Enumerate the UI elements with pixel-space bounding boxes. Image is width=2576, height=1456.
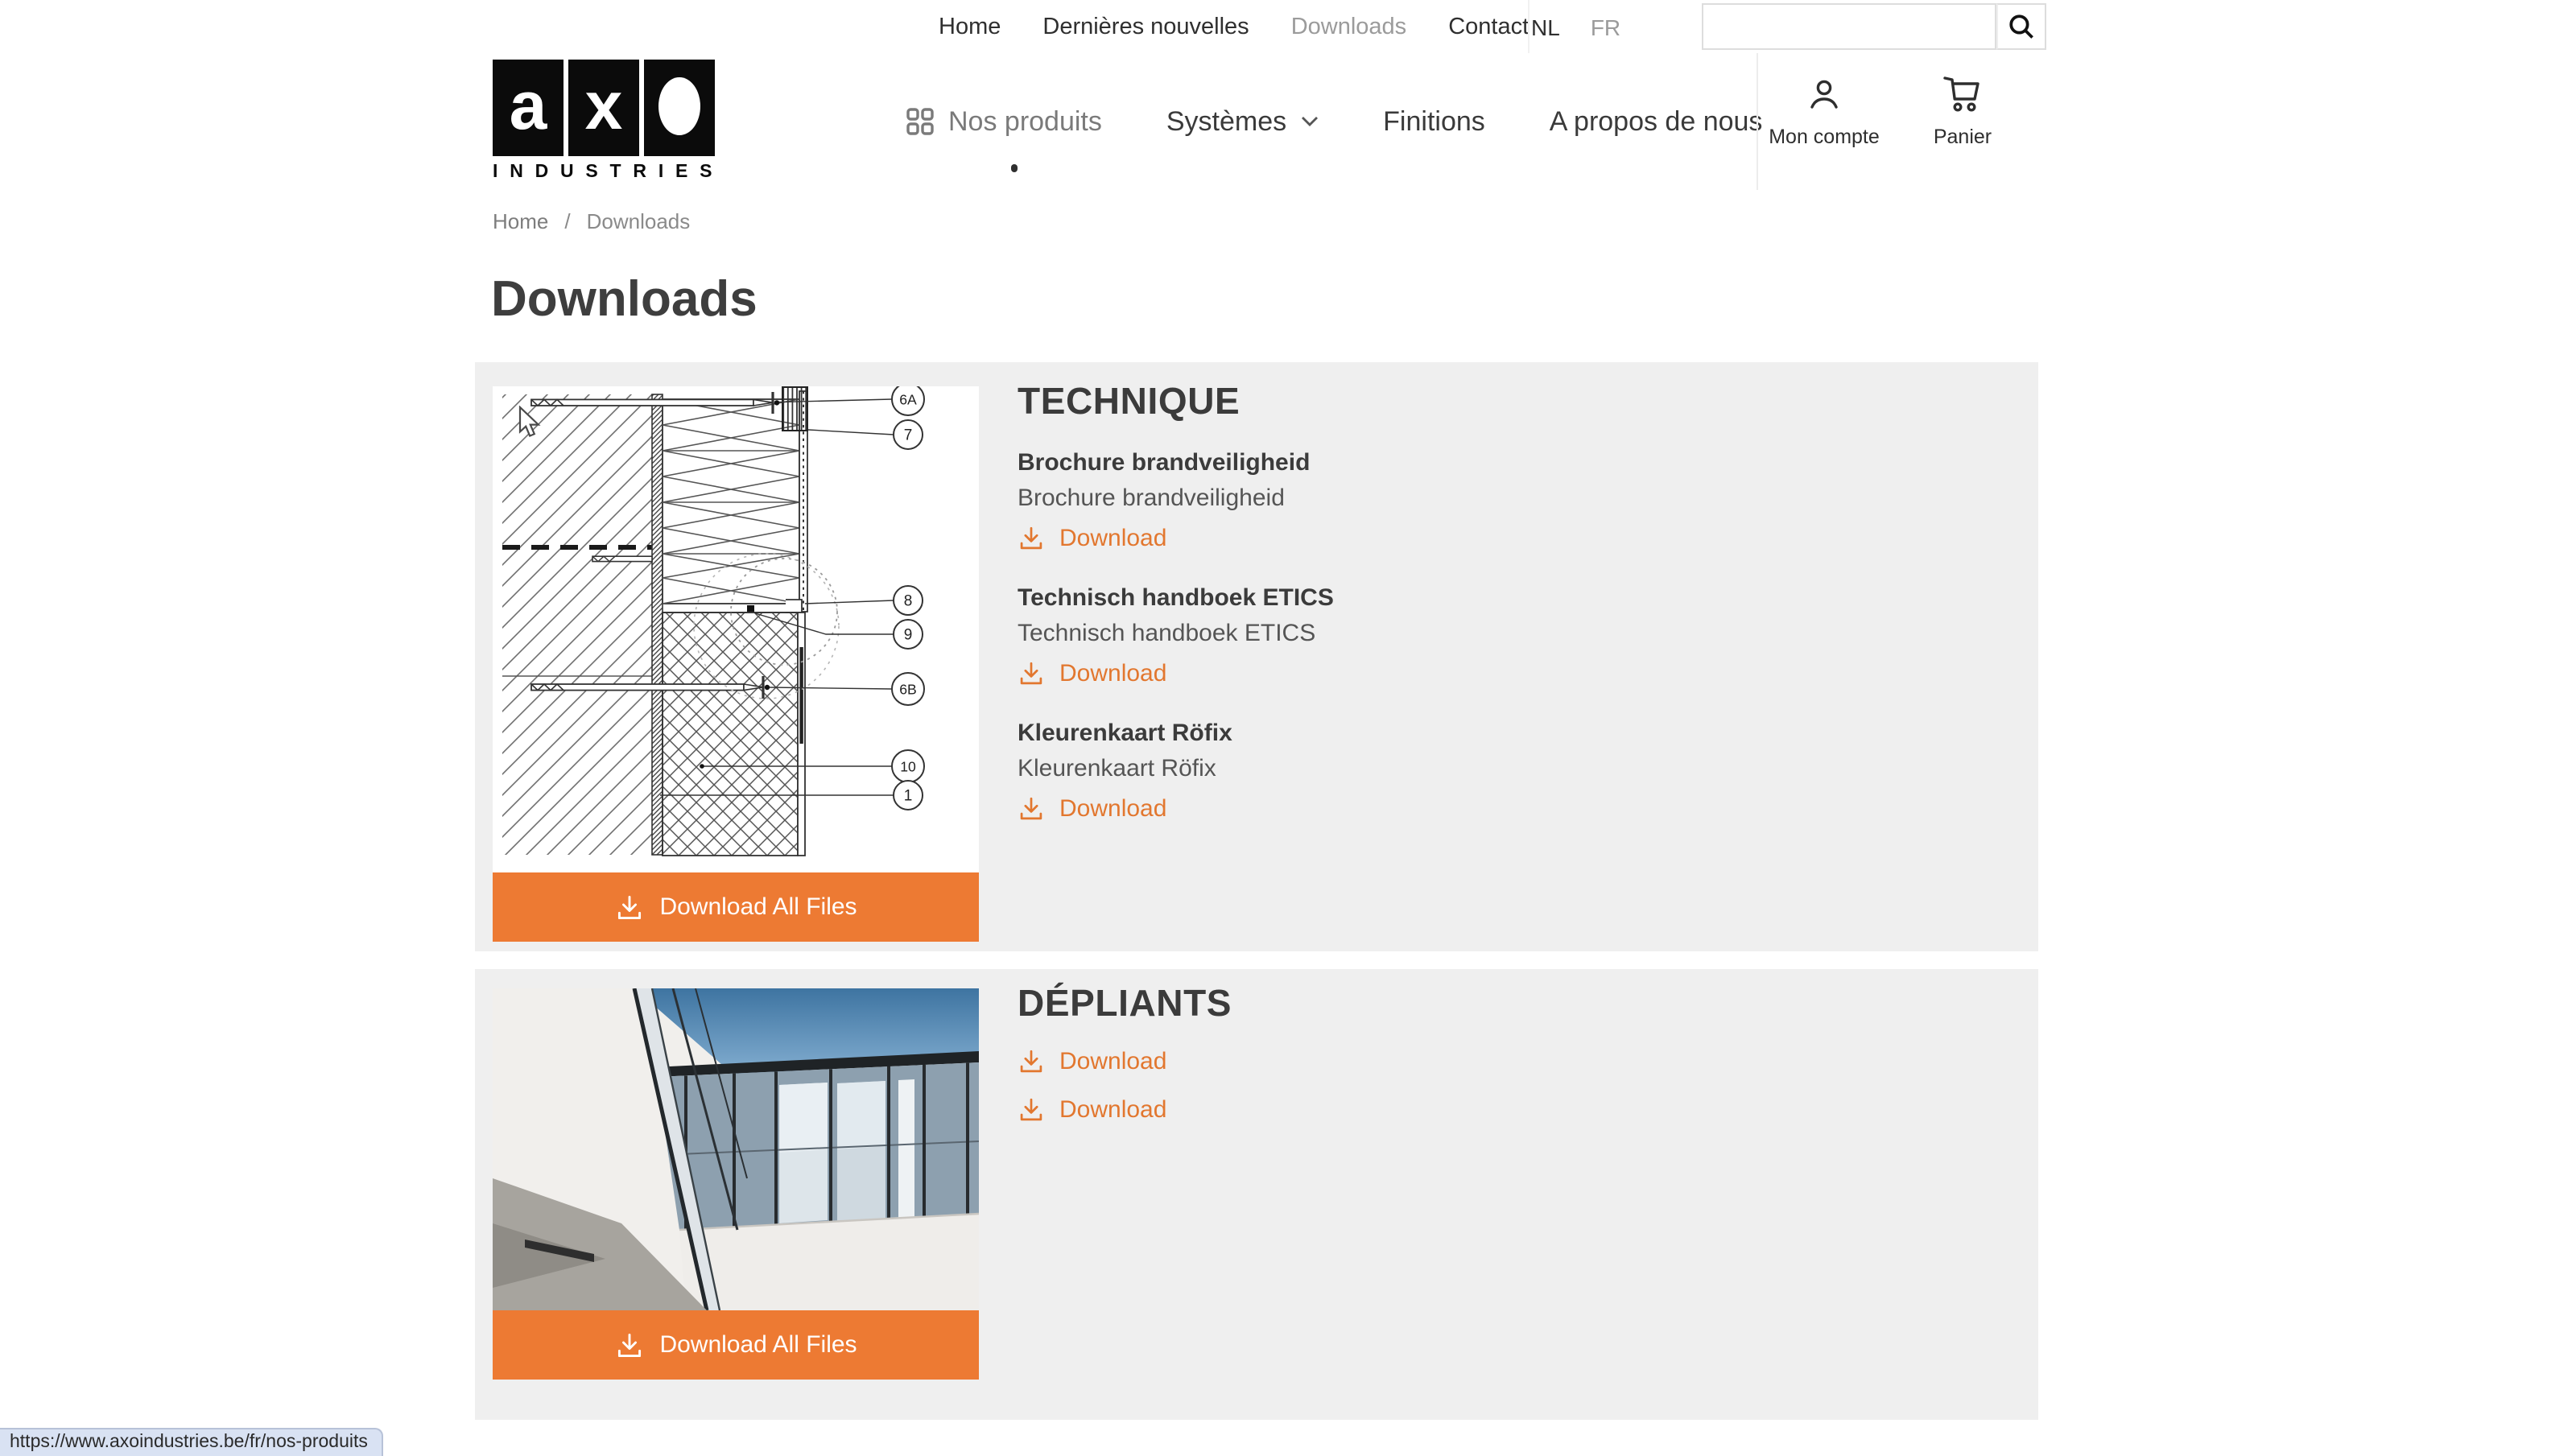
nav-systemes[interactable]: Systèmes <box>1166 105 1319 138</box>
cart-label: Panier <box>1934 126 1992 148</box>
depliants-content: DÉPLIANTS Download D <box>1018 982 1232 1145</box>
download-icon <box>1018 1096 1045 1124</box>
callout-9: 9 <box>904 627 913 644</box>
technique-download-all-button[interactable]: Download All Files <box>493 872 979 942</box>
depliants-download-all-button[interactable]: Download All Files <box>493 1310 979 1380</box>
search-input[interactable] <box>1702 3 1996 50</box>
depliants-heading: DÉPLIANTS <box>1018 982 1232 1025</box>
item-description: Brochure brandveiligheid <box>1018 485 1334 512</box>
main-nav: Nos produits Systèmes Finitions A propos… <box>906 53 1762 190</box>
logo-o-oval <box>658 77 700 135</box>
download-icon <box>1018 660 1045 687</box>
callout-7: 7 <box>904 427 913 444</box>
download-link-label: Download <box>1059 795 1166 823</box>
depliants-download-all-label: Download All Files <box>659 1331 857 1359</box>
download-icon <box>614 1330 643 1359</box>
download-link[interactable]: Download <box>1018 525 1166 552</box>
language-switcher: NL FR <box>1531 0 1620 53</box>
callout-6b: 6B <box>899 682 917 698</box>
construction-detail-drawing: 6A 7 8 9 6B 10 1 <box>493 386 979 872</box>
cart-button[interactable]: Panier <box>1901 76 2024 148</box>
account-button[interactable]: Mon compte <box>1763 76 1885 148</box>
account-label: Mon compte <box>1769 126 1880 148</box>
download-link-label: Download <box>1059 525 1166 552</box>
nav-nos-produits[interactable]: Nos produits <box>906 105 1102 138</box>
item-title: Kleurenkaart Röfix <box>1018 720 1334 747</box>
top-nav-dernieres-nouvelles[interactable]: Dernières nouvelles <box>1042 14 1249 39</box>
nav-a-propos[interactable]: A propos de nous <box>1550 105 1763 138</box>
download-link-label: Download <box>1059 660 1166 687</box>
logo-tile-o <box>644 60 715 156</box>
top-utility-bar: Home Dernières nouvelles Downloads Conta… <box>0 0 2576 55</box>
search-bar <box>1702 3 2046 50</box>
user-icon <box>1805 76 1843 114</box>
top-nav-home[interactable]: Home <box>939 14 1001 39</box>
nav-systemes-label: Systèmes <box>1166 105 1286 138</box>
callout-10: 10 <box>900 759 916 775</box>
technique-download-all-label: Download All Files <box>659 893 857 921</box>
search-button[interactable] <box>1996 3 2046 50</box>
depliants-card: Download All Files <box>493 988 979 1380</box>
nav-nos-produits-label: Nos produits <box>948 105 1102 138</box>
link-preview-statusbar: https://www.axoindustries.be/fr/nos-prod… <box>0 1427 384 1456</box>
site-header: a x INDUSTRIES Nos produits Systèmes <box>0 53 2576 190</box>
item-description: Kleurenkaart Röfix <box>1018 755 1334 782</box>
chevron-down-icon <box>1301 116 1319 127</box>
axo-logo[interactable]: a x INDUSTRIES <box>493 60 724 182</box>
page-title: Downloads <box>491 270 758 328</box>
top-nav-contact[interactable]: Contact <box>1448 14 1529 39</box>
topbar-separator <box>1528 0 1530 53</box>
callout-6a: 6A <box>899 392 917 408</box>
lang-fr[interactable]: FR <box>1591 14 1620 39</box>
nav-a-propos-label: A propos de nous <box>1550 105 1763 138</box>
grid-icon <box>906 108 934 135</box>
header-separator <box>1757 53 1758 190</box>
modern-building-image <box>493 988 979 1310</box>
breadcrumb-separator: / <box>564 209 570 233</box>
nav-active-dot <box>1010 164 1018 171</box>
technique-card: 6A 7 8 9 6B 10 1 <box>493 386 979 942</box>
download-icon <box>1018 1048 1045 1075</box>
depliants-panel: Download All Files DÉPLIANTS Download <box>475 969 2038 1420</box>
download-icon <box>1018 795 1045 823</box>
download-link-label: Download <box>1059 1096 1166 1124</box>
cart-icon <box>1942 76 1984 114</box>
download-link-label: Download <box>1059 1048 1166 1075</box>
nav-finitions[interactable]: Finitions <box>1383 105 1485 138</box>
download-link[interactable]: Download <box>1018 795 1166 823</box>
technique-heading: TECHNIQUE <box>1018 380 1334 423</box>
download-icon <box>1018 525 1045 552</box>
top-nav: Home Dernières nouvelles Downloads Conta… <box>939 0 1529 53</box>
logo-tiles: a x <box>493 60 724 156</box>
building-photo <box>493 988 979 1310</box>
callout-1: 1 <box>904 788 913 805</box>
download-link[interactable]: Download <box>1018 1096 1232 1124</box>
page: Home Dernières nouvelles Downloads Conta… <box>0 0 2576 1456</box>
download-link[interactable]: Download <box>1018 1048 1232 1075</box>
search-icon <box>2008 13 2035 40</box>
download-item: Technisch handboek ETICS Technisch handb… <box>1018 584 1334 695</box>
logo-tile-a: a <box>493 60 564 156</box>
technical-drawing-image: 6A 7 8 9 6B 10 1 <box>493 386 979 872</box>
top-nav-downloads[interactable]: Downloads <box>1291 14 1407 39</box>
breadcrumb-current: Downloads <box>587 209 691 233</box>
callout-8: 8 <box>904 593 913 610</box>
nav-finitions-label: Finitions <box>1383 105 1485 138</box>
breadcrumb: Home / Downloads <box>493 209 690 233</box>
technique-panel: 6A 7 8 9 6B 10 1 <box>475 362 2038 951</box>
download-icon <box>614 893 643 922</box>
breadcrumb-home[interactable]: Home <box>493 209 548 233</box>
item-description: Technisch handboek ETICS <box>1018 620 1334 647</box>
download-link[interactable]: Download <box>1018 660 1166 687</box>
technique-content: TECHNIQUE Brochure brandveiligheid Broch… <box>1018 380 1334 855</box>
item-title: Brochure brandveiligheid <box>1018 449 1334 476</box>
logo-subtitle: INDUSTRIES <box>493 163 724 182</box>
download-item: Kleurenkaart Röfix Kleurenkaart Röfix Do… <box>1018 720 1334 831</box>
lang-nl[interactable]: NL <box>1531 14 1560 39</box>
logo-tile-x: x <box>568 60 639 156</box>
item-title: Technisch handboek ETICS <box>1018 584 1334 612</box>
download-item: Brochure brandveiligheid Brochure brandv… <box>1018 449 1334 560</box>
